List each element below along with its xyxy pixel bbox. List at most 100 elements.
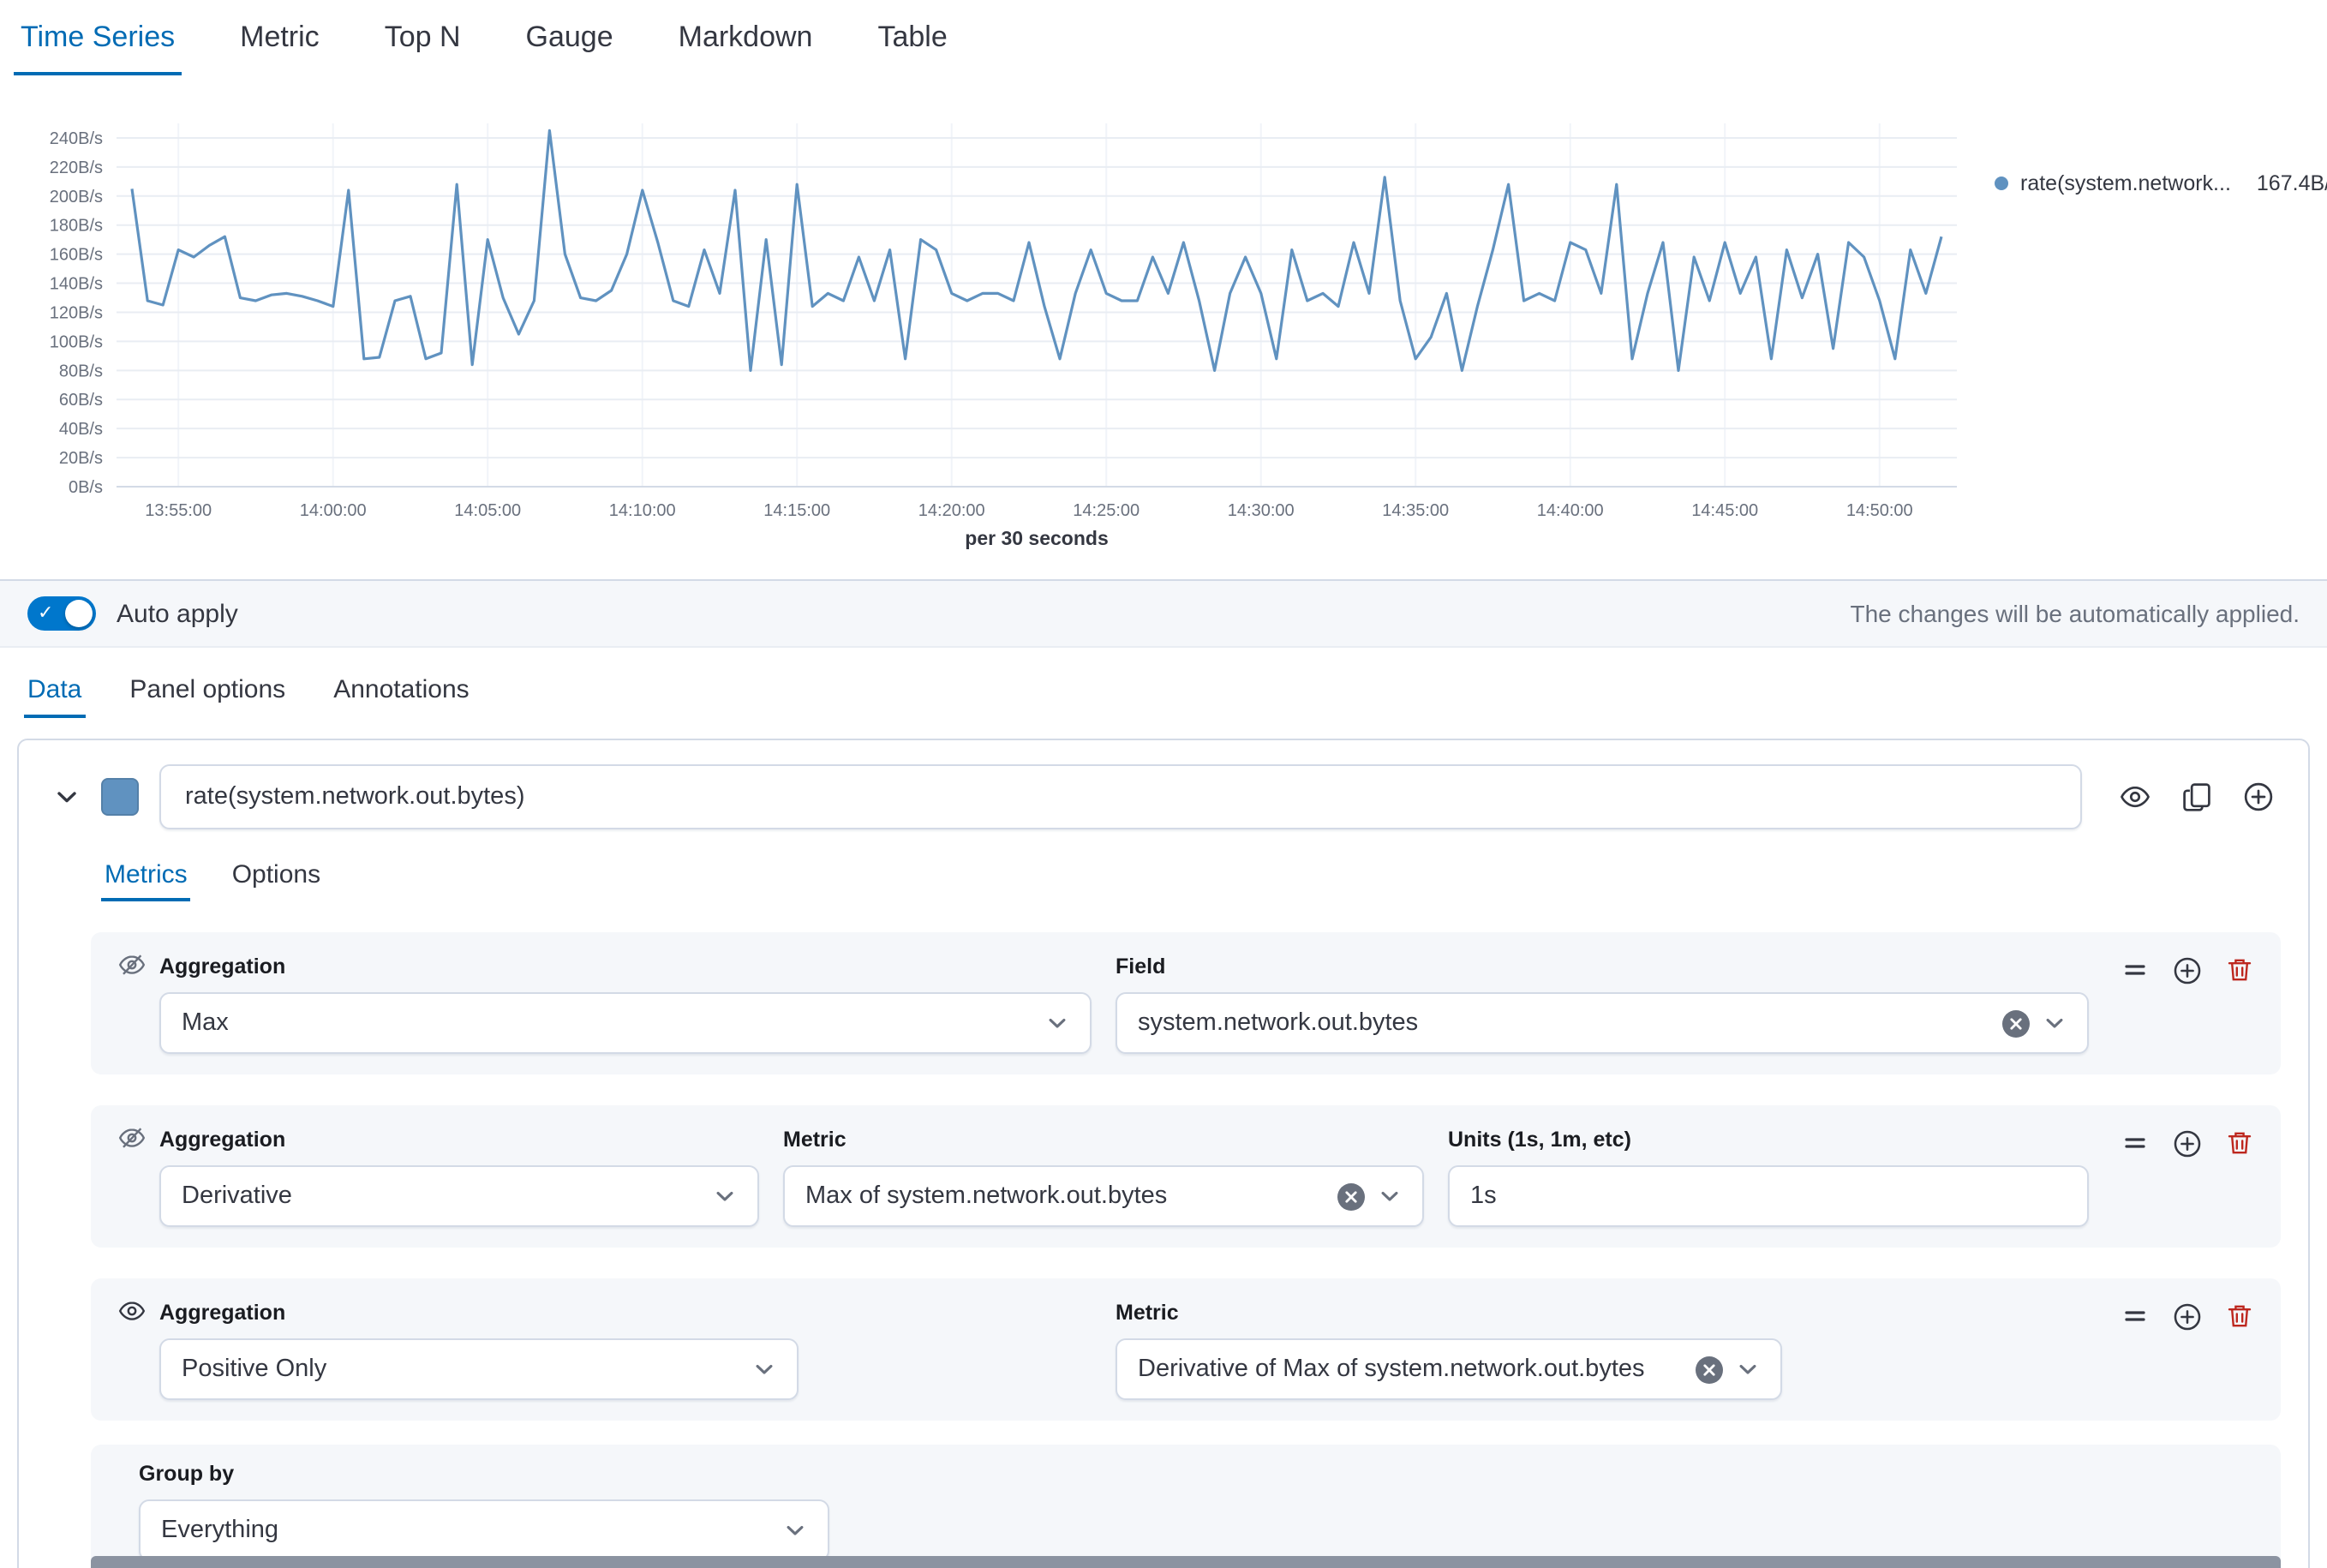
auto-apply-toggle[interactable]: ✓ [27,596,96,631]
tsvb-editor: Time Series Metric Top N Gauge Markdown … [0,0,2327,1568]
series-panel: Metrics Options Aggregation Max [17,739,2310,1568]
aggregation-label: Aggregation [159,1301,285,1325]
svg-text:14:20:00: 14:20:00 [918,501,985,520]
svg-text:14:15:00: 14:15:00 [763,501,830,520]
eye-icon [118,1297,146,1325]
series-label-input[interactable] [159,764,2082,829]
tab-metric[interactable]: Metric [233,0,326,75]
auto-apply-label: Auto apply [117,599,238,628]
group-by-select[interactable]: Everything [139,1499,829,1561]
metric-combobox[interactable]: Max of system.network.out.bytes [783,1165,1424,1227]
eye-slash-icon [118,951,146,979]
chevron-down-icon [751,1357,775,1381]
metric-combobox[interactable]: Derivative of Max of system.network.out.… [1116,1338,1782,1400]
copy-icon[interactable] [2181,781,2212,812]
series-header [39,764,2288,829]
svg-text:140B/s: 140B/s [50,275,103,294]
row-actions [2089,1299,2253,1400]
svg-text:14:05:00: 14:05:00 [454,501,521,520]
svg-text:80B/s: 80B/s [59,362,103,380]
add-metric-button[interactable] [2173,1129,2202,1158]
auto-apply-hint: The changes will be automatically applie… [1850,600,2300,627]
eye-icon[interactable] [2120,781,2151,812]
chevron-down-icon [783,1518,807,1542]
chevron-down-icon [2043,1011,2067,1035]
chevron-down-icon[interactable] [53,783,81,811]
legend-series-dot [1995,177,2008,190]
chevron-down-icon [1378,1184,1402,1208]
svg-text:14:45:00: 14:45:00 [1691,501,1758,520]
delete-metric-button[interactable] [2226,1129,2253,1157]
tab-options[interactable]: Options [229,857,324,901]
chart-legend-item[interactable]: rate(system.network... 167.4B/s [1995,171,2327,195]
drag-handle-icon[interactable] [2121,956,2149,984]
auto-apply-bar: ✓ Auto apply The changes will be automat… [0,579,2327,648]
chevron-down-icon [1045,1011,1069,1035]
group-by-label: Group by [139,1462,234,1486]
next-panel-edge [91,1556,2281,1568]
svg-text:14:30:00: 14:30:00 [1228,501,1295,520]
svg-text:14:40:00: 14:40:00 [1537,501,1604,520]
field-label: Field [1116,955,1165,979]
svg-text:160B/s: 160B/s [50,246,103,265]
cross-in-circle-icon[interactable] [1695,1355,1724,1384]
aggregation-select[interactable]: Derivative [159,1165,759,1227]
svg-text:per 30 seconds: per 30 seconds [965,527,1108,549]
svg-text:60B/s: 60B/s [59,391,103,410]
svg-text:40B/s: 40B/s [59,420,103,439]
tab-table[interactable]: Table [870,0,954,75]
aggregation-label: Aggregation [159,1128,285,1152]
svg-text:240B/s: 240B/s [50,129,103,148]
svg-text:220B/s: 220B/s [50,159,103,177]
tab-gauge[interactable]: Gauge [519,0,620,75]
svg-text:200B/s: 200B/s [50,188,103,206]
row-actions [2089,1126,2253,1227]
field-combobox[interactable]: system.network.out.bytes [1116,992,2089,1054]
svg-text:14:25:00: 14:25:00 [1073,501,1140,520]
aggregation-row-positive-only: Aggregation Positive Only Metric Derivat… [91,1278,2281,1421]
drag-handle-icon[interactable] [2121,1129,2149,1157]
cross-in-circle-icon[interactable] [1337,1182,1366,1211]
chevron-down-icon [713,1184,737,1208]
aggregation-label: Aggregation [159,955,285,979]
cross-in-circle-icon[interactable] [2001,1008,2031,1038]
tab-top-n[interactable]: Top N [378,0,468,75]
aggregation-row-max: Aggregation Max Field system.network.out… [91,932,2281,1074]
aggregation-row-derivative: Aggregation Derivative Metric Max of sys… [91,1105,2281,1248]
plus-in-circle-icon[interactable] [2243,781,2274,812]
svg-text:100B/s: 100B/s [50,332,103,351]
add-metric-button[interactable] [2173,956,2202,985]
series-tab-bar: Metrics Options [101,857,2288,901]
drag-handle-icon[interactable] [2121,1302,2149,1330]
delete-metric-button[interactable] [2226,956,2253,984]
time-series-chart: 0B/s20B/s40B/s60B/s80B/s100B/s120B/s140B… [17,106,1971,552]
tab-annotations[interactable]: Annotations [330,665,472,718]
tab-markdown[interactable]: Markdown [672,0,820,75]
metric-label: Metric [1116,1301,1179,1325]
aggregation-select[interactable]: Max [159,992,1092,1054]
svg-text:14:00:00: 14:00:00 [300,501,367,520]
tab-panel-options[interactable]: Panel options [126,665,289,718]
delete-metric-button[interactable] [2226,1302,2253,1330]
units-input[interactable] [1448,1165,2089,1227]
svg-text:20B/s: 20B/s [59,449,103,468]
group-by-section: Group by Everything [91,1445,2281,1568]
metric-label: Metric [783,1128,846,1152]
aggregation-select[interactable]: Positive Only [159,1338,798,1400]
legend-series-value: 167.4B/s [2257,171,2327,195]
svg-text:14:35:00: 14:35:00 [1382,501,1449,520]
tab-data[interactable]: Data [24,665,85,718]
tab-time-series[interactable]: Time Series [14,0,182,75]
series-header-actions [2120,781,2274,812]
tab-metrics[interactable]: Metrics [101,857,191,901]
toggle-thumb [65,600,93,627]
svg-text:14:10:00: 14:10:00 [609,501,676,520]
svg-text:13:55:00: 13:55:00 [145,501,212,520]
chart-preview-section: 0B/s20B/s40B/s60B/s80B/s100B/s120B/s140B… [0,75,2327,552]
legend-series-label: rate(system.network... [2020,171,2231,195]
chevron-down-icon [1736,1357,1760,1381]
series-color-swatch[interactable] [101,778,139,816]
editor-tab-bar: Data Panel options Annotations [0,665,2327,718]
svg-text:0B/s: 0B/s [69,478,103,497]
add-metric-button[interactable] [2173,1302,2202,1332]
